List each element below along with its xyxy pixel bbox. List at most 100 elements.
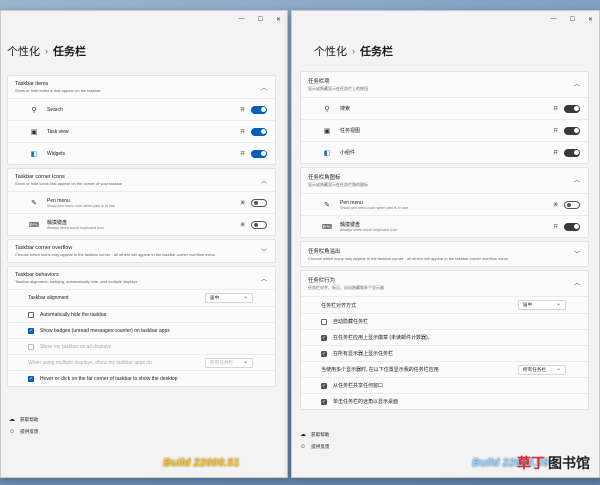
row-sublabel: Always show touch keyboard icon (47, 226, 104, 230)
row-label: Hover or click on the far corner of task… (40, 375, 178, 382)
maximize-button[interactable]: ☐ (258, 16, 263, 23)
chevron-up-icon[interactable]: ︿ (261, 274, 267, 283)
toggle-state: 开 (553, 223, 558, 229)
far-corner-row[interactable]: ✓ 单击任务栏的远角以显示桌面 (301, 393, 588, 409)
taskbar-items-header[interactable]: 任务栏项 显示或隐藏显示在任务栏上的按钮 ︿ (301, 72, 588, 97)
chevron-right-icon: › (352, 46, 355, 56)
corner-icons-header[interactable]: 任务栏角图标 显示或隐藏显示在任务栏角的图标 ︿ (301, 168, 588, 193)
pen-icon: ✎ (31, 199, 37, 207)
taskbar-behaviors-header[interactable]: Taskbar behaviors Taskbar alignment, bad… (8, 267, 275, 289)
all-displays-checkbox[interactable] (28, 343, 34, 350)
watermark-red: 草丁 (517, 455, 545, 471)
row-label: 搜索 (340, 106, 351, 112)
multi-display-dropdown[interactable]: 所有任务栏 (518, 364, 566, 375)
feedback-link[interactable]: ☺ 提供反馈 (9, 429, 39, 435)
badges-checkbox[interactable]: ✓ (28, 327, 34, 334)
toggle-state: 关 (553, 201, 558, 207)
get-help-label: 获取帮助 (20, 416, 39, 422)
chevron-up-icon[interactable]: ︿ (574, 175, 580, 184)
minimize-button[interactable]: — (239, 16, 245, 23)
watermark-black: 图书馆 (548, 455, 590, 471)
row-label: Taskbar alignment (28, 295, 69, 301)
corner-icon-touch-keyboard: ⌨ 触摸键盘 Always show touch keyboard icon 开 (301, 215, 588, 237)
alignment-dropdown[interactable]: 居中 (518, 300, 566, 310)
pen-menu-toggle[interactable] (564, 200, 580, 209)
alignment-row: Taskbar alignment 居中 (8, 289, 275, 306)
alignment-dropdown[interactable]: 居中 (205, 293, 253, 303)
breadcrumb-parent[interactable]: 个性化 (7, 43, 40, 59)
corner-overflow-header[interactable]: 任务栏角溢出 Choose which icons may appear in … (301, 242, 588, 266)
chevron-up-icon[interactable]: ︿ (574, 79, 580, 88)
auto-hide-row[interactable]: 自动隐藏任务栏 (301, 313, 588, 329)
corner-icons-card: Taskbar corner icons Show or hide icons … (7, 168, 276, 236)
far-corner-checkbox[interactable]: ✓ (28, 375, 34, 382)
chevron-up-icon[interactable]: ︿ (261, 176, 267, 185)
taskbar-item-search: ⚲ Search 开 (8, 98, 275, 120)
breadcrumb: 个性化 › 任务栏 (7, 43, 86, 59)
all-displays-row[interactable]: Show my taskbar on all displays (8, 338, 275, 354)
taskbar-items-card: 任务栏项 显示或隐藏显示在任务栏上的按钮 ︿ ⚲ 搜索 开 ▣ 任务视图 开 ◧… (300, 71, 589, 164)
feedback-link[interactable]: ☺ 提供反馈 (300, 444, 330, 450)
section-title: Taskbar behaviors (15, 272, 59, 278)
task-view-icon: ▣ (30, 128, 38, 136)
taskbar-behaviors-header[interactable]: 任务栏行为 任务栏对齐、标记、自动隐藏和多个显示器 ︿ (301, 271, 588, 296)
section-subtitle: Show or hide buttons that appear on the … (15, 88, 101, 93)
share-window-row[interactable]: ✓ 从任务栏共享任何窗口 (301, 377, 588, 393)
watermark: 草丁 图书馆 (517, 453, 590, 473)
auto-hide-row[interactable]: Automatically hide the taskbar (8, 306, 275, 322)
multi-display-dropdown[interactable]: 所有任务栏 (205, 357, 253, 368)
taskbar-item-search: ⚲ 搜索 开 (301, 97, 588, 119)
row-label: 从任务栏共享任何窗口 (333, 383, 384, 389)
task-view-toggle[interactable] (251, 127, 267, 136)
chevron-down-icon[interactable]: ﹀ (574, 249, 580, 258)
auto-hide-checkbox[interactable] (321, 318, 327, 325)
touch-keyboard-toggle[interactable] (564, 222, 580, 231)
close-button[interactable]: ✕ (588, 16, 593, 23)
share-window-checkbox[interactable]: ✓ (321, 382, 327, 389)
chevron-up-icon[interactable]: ︿ (574, 278, 580, 287)
section-title: 任务栏角溢出 (308, 249, 341, 255)
task-view-toggle[interactable] (564, 126, 580, 135)
widgets-toggle[interactable] (564, 148, 580, 157)
multi-display-row: When using multiple displays, show my ta… (8, 354, 275, 370)
far-corner-checkbox[interactable]: ✓ (321, 398, 327, 405)
badges-checkbox[interactable]: ✓ (321, 334, 327, 341)
get-help-link[interactable]: ☁ 获取帮助 (300, 431, 330, 439)
breadcrumb: 个性化 › 任务栏 (314, 43, 393, 59)
maximize-button[interactable]: ☐ (570, 16, 575, 23)
far-corner-row[interactable]: ✓ Hover or click on the far corner of ta… (8, 370, 275, 386)
section-title: Taskbar corner icons (15, 174, 65, 180)
settings-content: Taskbar items Show or hide buttons that … (7, 75, 276, 390)
widgets-toggle[interactable] (251, 149, 267, 158)
touch-keyboard-toggle[interactable] (251, 220, 267, 229)
help-links: ☁ 获取帮助 ☺ 提供反馈 (300, 431, 330, 456)
auto-hide-checkbox[interactable] (28, 311, 34, 318)
badges-row[interactable]: ✓ 在任务栏应用上显示徽章 (未读邮件计数器)。 (301, 329, 588, 345)
search-icon: ⚲ (31, 106, 37, 114)
all-displays-row[interactable]: ✓ 在所有显示器上显示任务栏 (301, 345, 588, 361)
settings-window-right: — ☐ ✕ 个性化 › 任务栏 任务栏项 显示或隐藏显示在任务栏上的按钮 ︿ ⚲… (291, 10, 600, 478)
search-toggle[interactable] (251, 105, 267, 114)
badges-row[interactable]: ✓ Show badges (unread messages counter) … (8, 322, 275, 338)
corner-overflow-header[interactable]: Taskbar corner overflow Choose which ico… (8, 240, 275, 262)
page-title: 任务栏 (360, 46, 393, 58)
feedback-label: 提供反馈 (311, 444, 330, 449)
corner-icons-header[interactable]: Taskbar corner icons Show or hide icons … (8, 169, 275, 191)
breadcrumb-parent[interactable]: 个性化 (314, 43, 347, 59)
toggle-state: 开 (553, 149, 558, 155)
pen-icon: ✎ (324, 201, 330, 209)
row-label: Automatically hide the taskbar (40, 311, 107, 318)
get-help-link[interactable]: ☁ 获取帮助 (9, 416, 39, 424)
minimize-button[interactable]: — (551, 16, 557, 23)
section-title: Taskbar corner overflow (15, 245, 73, 251)
search-toggle[interactable] (564, 104, 580, 113)
pen-menu-toggle[interactable] (251, 198, 267, 207)
corner-overflow-card: 任务栏角溢出 Choose which icons may appear in … (300, 241, 589, 267)
chevron-down-icon[interactable]: ﹀ (261, 247, 267, 256)
toggle-state: 关 (240, 199, 245, 205)
chevron-up-icon[interactable]: ︿ (261, 83, 267, 92)
close-button[interactable]: ✕ (276, 16, 281, 23)
taskbar-items-header[interactable]: Taskbar items Show or hide buttons that … (8, 76, 275, 98)
all-displays-checkbox[interactable]: ✓ (321, 350, 327, 357)
chevron-right-icon: › (45, 46, 48, 56)
